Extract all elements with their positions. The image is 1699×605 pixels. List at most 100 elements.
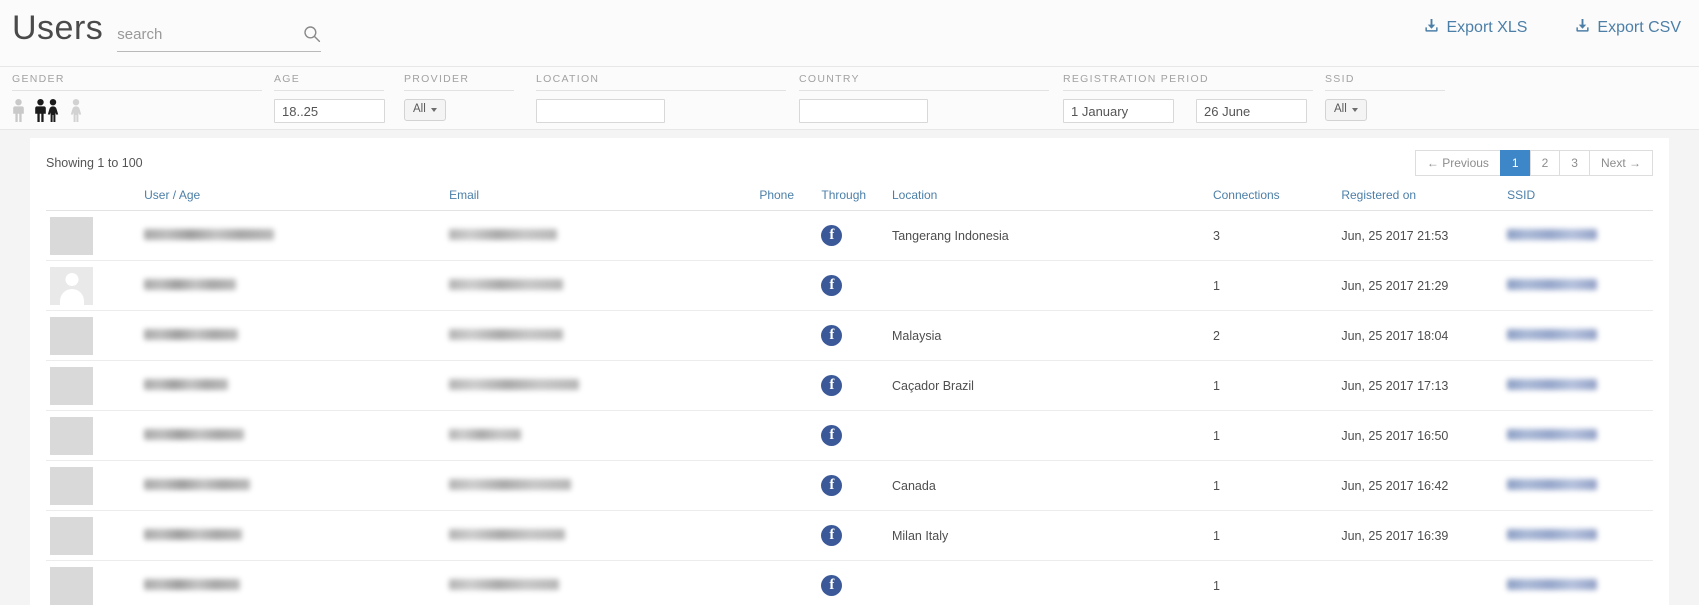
gender-selector[interactable]: [12, 99, 83, 122]
title-and-search: Users: [12, 6, 322, 52]
cell-ssid: [1503, 210, 1653, 261]
cell-connections: 1: [1208, 260, 1338, 311]
cell-ssid: [1503, 310, 1653, 361]
cell-registered-on: Jun, 25 2017 21:53: [1337, 210, 1504, 261]
pagination-next[interactable]: Next →: [1588, 150, 1653, 176]
ssid-dropdown[interactable]: All: [1325, 99, 1367, 121]
cell-through: f: [817, 360, 888, 411]
cell-email: [445, 310, 756, 361]
table-row[interactable]: f Tangerang Indonesia 3 Jun, 25 2017 21:53: [46, 210, 1653, 261]
ssid-redacted: [1507, 578, 1598, 590]
search-input[interactable]: [117, 21, 286, 49]
cell-user-age[interactable]: [140, 210, 446, 261]
ssid-redacted: [1507, 328, 1598, 340]
cell-avatar[interactable]: [46, 310, 141, 361]
cell-phone: [755, 410, 818, 461]
cell-connections: 2: [1208, 310, 1338, 361]
cell-avatar[interactable]: [46, 360, 141, 411]
ssid-redacted: [1507, 278, 1598, 290]
column-user-age[interactable]: User / Age: [140, 182, 446, 211]
facebook-icon: f: [821, 525, 843, 546]
column-location[interactable]: Location: [887, 182, 1209, 211]
search-icon[interactable]: [303, 25, 321, 43]
cell-ssid: [1503, 560, 1653, 605]
filter-age-label: AGE: [274, 73, 384, 91]
export-actions: Export XLS Export CSV: [1424, 18, 1681, 38]
users-card: Showing 1 to 100 ← Previous 1 2 3 Next →: [30, 138, 1669, 605]
ssid-redacted: [1507, 378, 1598, 390]
cell-user-age[interactable]: [140, 360, 446, 411]
showing-count: Showing 1 to 100: [46, 156, 143, 170]
user-name-redacted: [144, 328, 239, 340]
ssid-redacted: [1507, 428, 1598, 440]
pagination-page-2[interactable]: 2: [1529, 150, 1560, 176]
cell-avatar[interactable]: [46, 510, 141, 561]
location-input[interactable]: [536, 99, 665, 123]
cell-avatar[interactable]: [46, 210, 141, 261]
cell-user-age[interactable]: [140, 410, 446, 461]
cell-avatar[interactable]: [46, 410, 141, 461]
cell-location: [887, 560, 1209, 605]
column-ssid[interactable]: SSID: [1503, 182, 1653, 211]
column-phone[interactable]: Phone: [755, 182, 818, 211]
table-row[interactable]: f Malaysia 2 Jun, 25 2017 18:04: [46, 310, 1653, 361]
avatar[interactable]: [50, 416, 93, 455]
cell-avatar[interactable]: [46, 460, 141, 511]
cell-user-age[interactable]: [140, 310, 446, 361]
cell-location: Caçador Brazil: [887, 360, 1209, 411]
avatar[interactable]: [50, 216, 93, 255]
provider-dropdown[interactable]: All: [404, 99, 446, 121]
cell-phone: [755, 260, 818, 311]
avatar[interactable]: [50, 366, 93, 405]
avatar[interactable]: [50, 516, 93, 555]
table-header-row: User / Age Email Phone Through Location …: [46, 182, 1653, 211]
gender-female-icon[interactable]: [69, 99, 83, 122]
column-connections[interactable]: Connections: [1208, 182, 1338, 211]
avatar[interactable]: [50, 566, 93, 605]
gender-both-icon[interactable]: [34, 99, 60, 122]
facebook-icon: f: [821, 425, 843, 446]
country-input[interactable]: [799, 99, 928, 123]
download-icon: [1424, 18, 1439, 38]
cell-avatar[interactable]: [46, 260, 141, 311]
ssid-redacted: [1507, 228, 1598, 240]
pagination-page-1[interactable]: 1: [1499, 150, 1530, 176]
cell-user-age[interactable]: [140, 510, 446, 561]
export-xls-button[interactable]: Export XLS: [1424, 18, 1527, 38]
avatar[interactable]: [50, 316, 93, 355]
cell-email: [445, 410, 756, 461]
cell-user-age[interactable]: [140, 260, 446, 311]
registration-from-input[interactable]: [1063, 99, 1174, 123]
table-row[interactable]: f1: [46, 560, 1653, 605]
column-through[interactable]: Through: [817, 182, 888, 211]
ssid-redacted: [1507, 478, 1598, 490]
pagination: ← Previous 1 2 3 Next →: [1414, 150, 1653, 176]
search-box[interactable]: [117, 21, 322, 52]
export-csv-button[interactable]: Export CSV: [1575, 18, 1681, 38]
cell-user-age[interactable]: [140, 460, 446, 511]
avatar[interactable]: [50, 266, 93, 305]
table-row[interactable]: f Milan Italy 1 Jun, 25 2017 16:39: [46, 510, 1653, 561]
email-redacted: [449, 378, 580, 390]
cell-registered-on: Jun, 25 2017 16:50: [1337, 410, 1504, 461]
age-input[interactable]: [274, 99, 385, 123]
cell-ssid: [1503, 410, 1653, 461]
column-email[interactable]: Email: [445, 182, 756, 211]
gender-male-icon[interactable]: [12, 99, 25, 122]
table-row[interactable]: f Canada 1 Jun, 25 2017 16:42: [46, 460, 1653, 511]
table-row[interactable]: f Caçador Brazil 1 Jun, 25 2017 17:13: [46, 360, 1653, 411]
registration-to-input[interactable]: [1196, 99, 1307, 123]
cell-ssid: [1503, 260, 1653, 311]
avatar[interactable]: [50, 466, 93, 505]
cell-location: Milan Italy: [887, 510, 1209, 561]
chevron-down-icon: [430, 107, 437, 112]
column-registered-on[interactable]: Registered on: [1337, 182, 1504, 211]
cell-user-age[interactable]: [140, 560, 446, 605]
table-row[interactable]: f 1 Jun, 25 2017 16:50: [46, 410, 1653, 461]
cell-avatar[interactable]: [46, 560, 141, 605]
pagination-previous[interactable]: ← Previous: [1414, 150, 1500, 176]
table-row[interactable]: f 1 Jun, 25 2017 21:29: [46, 260, 1653, 311]
cell-connections: 1: [1208, 360, 1338, 411]
cell-through: f: [817, 210, 888, 261]
pagination-page-3[interactable]: 3: [1559, 150, 1589, 176]
